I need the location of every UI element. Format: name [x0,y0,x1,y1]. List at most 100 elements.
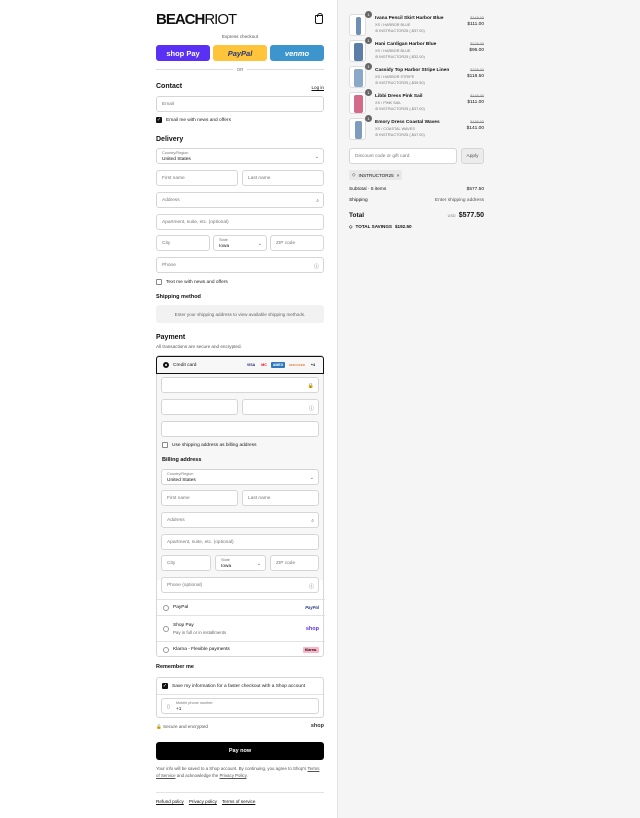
brand-logo[interactable]: BEACHRIOT [156,12,237,28]
mastercard-icon: MC [261,363,267,367]
billing-apartment-field[interactable]: Apartment, suite, etc. (optional) [161,534,319,550]
billing-address-field[interactable]: Address ⌕ [161,512,319,528]
discover-icon: DISCOVER [289,363,305,367]
billing-last-name-field[interactable]: Last name [242,490,319,506]
sale-price: $118.50 [467,74,484,79]
phone-field[interactable]: Phone ⓘ [156,257,324,273]
express-checkout-label: Express checkout [221,34,259,39]
original-price: $158.00 [470,68,484,72]
shopping-bag-icon[interactable] [315,13,323,24]
help-icon: ⓘ [308,406,314,412]
paypal-button[interactable]: PayPal [213,45,267,61]
first-name-field[interactable]: First name [156,170,238,186]
cart-item: 1 Ivana Pencil Skirt Harbor Blue XS / HA… [349,11,484,36]
apply-button[interactable]: Apply [461,148,484,164]
total-savings: ◇ TOTAL SAVINGS $192.50 [349,224,412,229]
sale-price: $111.00 [467,100,484,105]
discount-code: ⊘ INSTRUCTOR25 (-$37.00) [375,107,425,111]
discount-code: ⊘ INSTRUCTOR25 (-$37.00) [375,29,425,33]
help-icon: ⓘ [308,584,314,590]
total-amount: $577.50 [458,212,484,219]
email-news-checkbox[interactable]: ✓ Email me with news and offers [156,117,231,123]
billing-phone-field[interactable]: Phone (optional) ⓘ [161,577,319,593]
chevron-down-icon: ⌄ [256,561,261,567]
klarna-option[interactable]: Klarna - Flexible payments Klarna. [157,641,325,657]
use-shipping-as-billing-checkbox[interactable]: Use shipping address as billing address [162,442,257,448]
chevron-down-icon: ⌄ [257,241,262,247]
billing-address-heading: Billing address [162,457,202,463]
shop-logo: shop [305,625,319,632]
privacy-policy-link[interactable]: Privacy policy [189,799,217,804]
billing-country-select[interactable]: Country/Region United States ⌄ [161,469,319,485]
security-code-field[interactable]: ⓘ [242,399,319,415]
apartment-field[interactable]: Apartment, suite, etc. (optional) [156,214,324,230]
country-select[interactable]: Country/Region United States ⌄ [156,148,324,164]
checkout-main: BEACHRIOT Express checkout shop Pay PayP… [0,0,337,818]
address-field[interactable]: Address ⌕ [156,192,324,208]
chevron-down-icon: ⌄ [314,154,319,160]
paypal-option[interactable]: PayPal PayPal [157,599,325,615]
tag-icon: ◇ [352,172,356,177]
text-news-checkbox[interactable]: Text me with news and offers [156,279,228,285]
chevron-down-icon: ⌄ [309,475,314,481]
cart-item: 1 Hani Cardigan Harbor Blue XS / HARBOR … [349,37,484,62]
terms-of-service-link[interactable]: Terms of service [222,799,255,804]
zip-field[interactable]: ZIP code [270,235,324,251]
shipping-method-heading: Shipping method [156,294,201,300]
save-info-checkbox[interactable]: ✓ Save my information for a faster checko… [162,683,305,689]
original-price: $148.00 [470,94,484,98]
billing-first-name-field[interactable]: First name [161,490,238,506]
city-field[interactable]: City [156,235,210,251]
original-price: $128.00 [470,42,484,46]
amex-icon: AMEX [270,362,286,368]
payment-subtitle: All transactions are secure and encrypte… [156,344,242,349]
more-cards-count: +4 [310,363,315,367]
discount-code-field[interactable]: Discount code or gift card [349,148,457,164]
billing-city-field[interactable]: City [161,555,211,571]
sale-price: $96.00 [469,48,484,53]
original-price: $148.00 [470,16,484,20]
discount-code: ⊘ INSTRUCTOR25 (-$47.00) [375,133,425,137]
total-row: Total USD $577.50 [349,212,484,219]
remove-discount-icon[interactable]: × [397,173,400,178]
check-icon: ✓ [162,683,168,689]
discount-code: ⊘ INSTRUCTOR25 (-$32.00) [375,55,425,59]
sale-price: $141.00 [466,126,484,131]
card-number-field[interactable]: 🔒 [161,377,319,393]
search-icon: ⌕ [311,518,314,524]
mobile-icon: ▯ [167,704,170,710]
paypal-logo: PayPal [305,605,319,610]
last-name-field[interactable]: Last name [242,170,324,186]
express-checkout-buttons: shop Pay PayPal venmo [156,45,324,61]
cart-item: 1 Emory Dress Coastal Waves XS / COASTAL… [349,115,484,140]
venmo-button[interactable]: venmo [270,45,324,61]
remember-me-box: ✓ Save my information for a faster checko… [156,677,324,718]
billing-state-select[interactable]: State Iowa ⌄ [215,555,266,571]
credit-card-option[interactable]: Credit card VISA MC AMEX DISCOVER +4 [156,356,324,374]
name-on-card-field[interactable] [161,421,319,437]
discount-tag: ◇ INSTRUCTOR25 × [349,170,403,180]
subtotal-row: Subtotal · 5 items $577.50 [349,187,484,192]
payment-options: Credit card VISA MC AMEX DISCOVER +4 🔒 ⓘ… [156,355,325,657]
tag-icon: ◇ [349,224,353,229]
visa-icon: VISA [246,363,256,367]
login-link[interactable]: Log in [311,85,324,90]
shop-pay-button[interactable]: shop Pay [156,45,210,61]
email-field[interactable]: Email [156,96,324,112]
state-select[interactable]: State Iowa ⌄ [213,235,267,251]
footer-links: Refund policy Privacy policy Terms of se… [156,799,255,804]
sale-price: $111.00 [467,22,484,27]
mobile-phone-field[interactable]: ▯ Mobile phone number +1 [161,698,319,714]
discount-code: ⊘ INSTRUCTOR25 (-$39.50) [375,81,425,85]
refund-policy-link[interactable]: Refund policy [156,799,184,804]
shop-pay-option[interactable]: Shop Pay Pay in full or in installments s… [157,615,325,641]
expiry-field[interactable] [161,399,238,415]
payment-heading: Payment [156,334,186,341]
pay-now-button[interactable]: Pay now [156,742,324,760]
remember-me-heading: Remember me [156,664,194,670]
lock-icon: 🔒 [307,383,314,389]
search-icon: ⌕ [316,198,319,204]
billing-zip-field[interactable]: ZIP code [270,555,319,571]
shop-privacy-link[interactable]: Privacy Policy [220,773,247,778]
shop-legal-text: Your info will be saved to a Shop accoun… [156,766,320,778]
